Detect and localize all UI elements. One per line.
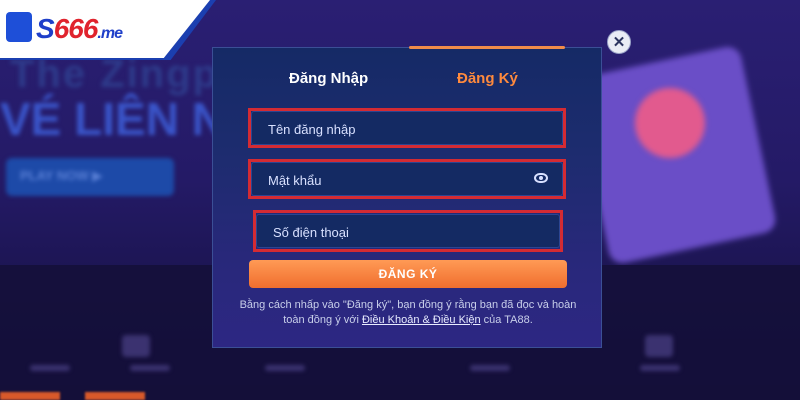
password-input[interactable]: [266, 163, 540, 197]
bg-category-label: [30, 365, 70, 371]
bg-category-label: [470, 365, 510, 371]
bg-category-icon: [122, 335, 150, 357]
eye-icon[interactable]: [534, 173, 548, 183]
username-field[interactable]: [251, 111, 563, 146]
logo-prefix: S: [36, 13, 55, 44]
register-submit-button[interactable]: ĐĂNG KÝ: [249, 260, 567, 288]
logo-number: 666: [53, 13, 99, 44]
logo-suffix: .me: [97, 25, 123, 42]
phone-field[interactable]: [256, 214, 560, 249]
terms-text-after: của TA88.: [480, 314, 533, 326]
bg-banner-button: PLAY NOW ▶: [6, 158, 174, 196]
bg-category-label: [130, 365, 170, 371]
close-icon: ✕: [612, 34, 626, 51]
close-button[interactable]: ✕: [607, 30, 631, 54]
logo-mark-icon: [6, 12, 32, 42]
bg-category-label: [640, 365, 680, 371]
bg-game-art-accent: [635, 88, 705, 158]
bg-bottom-strip: [85, 392, 145, 400]
bg-category-label: [265, 365, 305, 371]
username-input[interactable]: [266, 112, 540, 146]
bg-category-icon: [645, 335, 673, 357]
active-tab-indicator: [409, 46, 565, 49]
bg-bottom-strip: [0, 392, 60, 400]
register-modal: Đăng Nhập Đăng Ký ĐĂNG KÝ Bằng cách nhấp…: [212, 46, 602, 348]
phone-input[interactable]: [271, 215, 545, 249]
tab-register[interactable]: Đăng Ký: [457, 70, 518, 87]
logo-text: S666.me: [36, 13, 123, 45]
terms-text: Bằng cách nhấp vào "Đăng ký", bạn đồng ý…: [237, 298, 579, 328]
bg-banner-subtitle: VÉ LIÊN N: [0, 93, 225, 145]
terms-link[interactable]: Điều Khoản & Điều Kiện: [362, 314, 481, 326]
tab-login[interactable]: Đăng Nhập: [289, 70, 368, 87]
password-field[interactable]: [251, 162, 563, 197]
